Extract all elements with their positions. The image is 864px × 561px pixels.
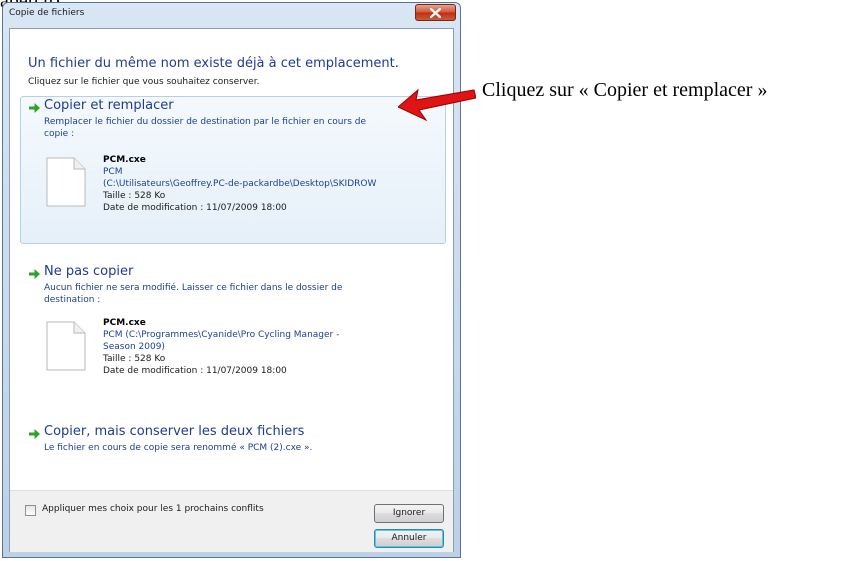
file-modified-date: Date de modification : 11/07/2009 18:00 — [103, 366, 287, 376]
file-path: PCM (C:\Programmes\Cyanide\Pro Cycling M… — [103, 330, 340, 340]
close-icon — [430, 8, 441, 18]
file-size: Taille : 528 Ko — [103, 191, 166, 201]
option-description-line: Aucun fichier ne sera modifié. Laisser c… — [44, 283, 343, 293]
file-path: (C:\Utilisateurs\Geoffrey.PC-de-packardb… — [103, 179, 377, 189]
dialog-content: Un fichier du même nom existe déjà à cet… — [9, 28, 454, 552]
file-icon — [46, 321, 86, 371]
option-do-not-copy[interactable]: Ne pas copier Aucun fichier ne sera modi… — [20, 262, 446, 397]
window-title: Copie de fichiers — [9, 8, 85, 18]
option-title: Copier, mais conserver les deux fichiers — [44, 424, 305, 439]
apply-to-all-label[interactable]: Appliquer mes choix pour les 1 prochains… — [42, 504, 264, 514]
dialog-footer: Appliquer mes choix pour les 1 prochains… — [10, 490, 453, 552]
option-title: Copier et remplacer — [44, 98, 174, 113]
option-description-line: destination : — [44, 295, 101, 305]
cancel-button[interactable]: Annuler — [374, 529, 444, 548]
file-path: PCM — [103, 167, 123, 177]
skip-button[interactable]: Ignorer — [374, 504, 444, 523]
option-copy-keep-both[interactable]: Copier, mais conserver les deux fichiers… — [20, 422, 446, 462]
copy-files-dialog: Copie de fichiers Un fichier du même nom… — [2, 2, 461, 558]
file-modified-date: Date de modification : 11/07/2009 18:00 — [103, 203, 287, 213]
option-description-line: Remplacer le fichier du dossier de desti… — [44, 117, 366, 127]
green-arrow-icon — [29, 103, 40, 113]
title-bar[interactable]: Copie de fichiers — [3, 3, 460, 23]
apply-to-all-checkbox[interactable] — [25, 505, 36, 516]
file-name: PCM.cxe — [103, 318, 146, 328]
sub-instruction: Cliquez sur le fichier que vous souhaite… — [28, 77, 260, 87]
source-file-info: PCM.cxe PCM (C:\Utilisateurs\Geoffrey.PC… — [103, 154, 435, 214]
destination-file-info: PCM.cxe PCM (C:\Programmes\Cyanide\Pro C… — [103, 317, 339, 377]
option-description: Remplacer le fichier du dossier de desti… — [44, 116, 440, 140]
annotation-text: Cliquez sur « Copier et remplacer » — [482, 79, 768, 101]
option-description: Aucun fichier ne sera modifié. Laisser c… — [44, 282, 440, 306]
option-description: Le fichier en cours de copie sera renomm… — [44, 443, 313, 453]
option-title: Ne pas copier — [44, 264, 134, 279]
option-copy-and-replace[interactable]: Copier et remplacer Remplacer le fichier… — [20, 96, 446, 244]
green-arrow-icon — [29, 269, 40, 279]
option-description-line: copie : — [44, 129, 75, 139]
green-arrow-icon — [29, 429, 40, 439]
file-icon — [46, 157, 86, 207]
file-size: Taille : 528 Ko — [103, 354, 166, 364]
main-instruction: Un fichier du même nom existe déjà à cet… — [28, 56, 399, 71]
close-button[interactable] — [415, 4, 456, 21]
red-arrow-icon — [398, 88, 476, 122]
file-name: PCM.cxe — [103, 155, 146, 165]
file-path: Season 2009) — [103, 342, 165, 352]
